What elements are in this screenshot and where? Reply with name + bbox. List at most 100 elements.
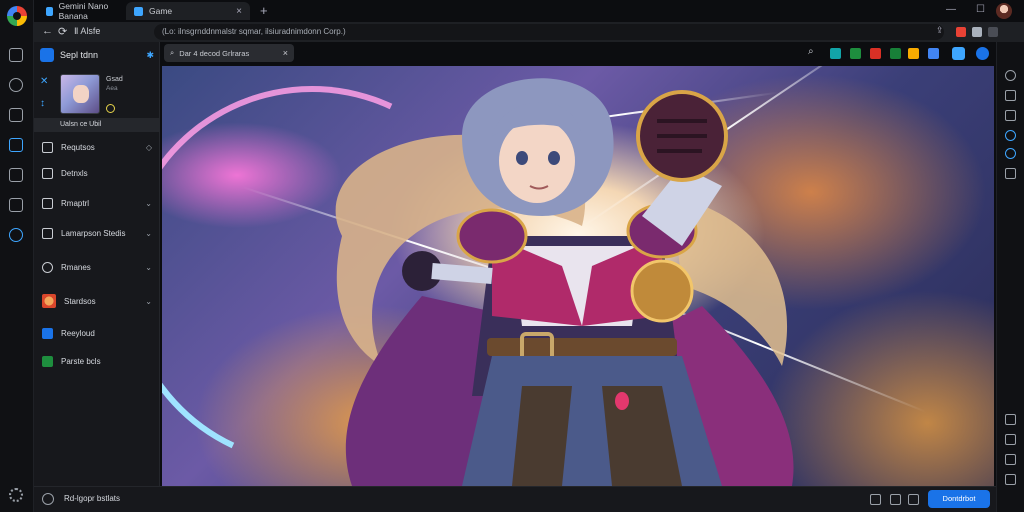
green-square-icon <box>42 355 53 367</box>
share-icon[interactable] <box>870 494 881 505</box>
tool-d-icon[interactable] <box>1005 474 1016 485</box>
share-icon[interactable]: ⇪ <box>936 25 946 35</box>
notes-icon[interactable] <box>9 198 23 212</box>
apps-icon[interactable] <box>9 138 23 152</box>
refresh-icon[interactable]: ⟳ <box>58 25 67 38</box>
bookmark-icon[interactable] <box>9 108 23 122</box>
sync-icon[interactable] <box>1005 148 1016 159</box>
character-thumbnail[interactable] <box>60 74 100 114</box>
sidebar-item-studies[interactable]: Lamarpson Stedis ⌄ <box>34 220 160 246</box>
close-tab-icon[interactable]: × <box>236 6 242 17</box>
search-icon: ⌕ <box>170 48 175 57</box>
home-icon[interactable] <box>9 48 23 62</box>
tool-blue-icon[interactable] <box>928 48 939 59</box>
address-bar-row: ← ⟳ Ⅱ Alsfe (Lo: ilnsgrnddnmalstr sqmar,… <box>34 22 1024 42</box>
character-illustration <box>335 78 794 486</box>
tab-game[interactable]: Game × <box>126 2 250 20</box>
profile-sub: Aea <box>106 85 118 92</box>
sidebar-item-requests[interactable]: Requtsos ◇ <box>34 134 160 160</box>
maximize-icon[interactable]: ☐ <box>976 4 985 15</box>
chevron-down-icon: ⌄ <box>145 198 152 208</box>
bottom-bar: Rd-lgopr bstlats Dontdrbot <box>34 486 996 512</box>
tool-a-icon[interactable] <box>1005 414 1016 425</box>
download-button[interactable]: Dontdrbot <box>928 490 990 508</box>
extension-red-icon[interactable] <box>956 27 966 37</box>
sidebar-item-label: Reeyloud <box>61 328 95 338</box>
pin-icon[interactable]: ✱ <box>146 50 154 61</box>
sidebar-item-label: Rmanes <box>61 262 91 272</box>
tab-favicon-icon <box>46 6 53 16</box>
new-tab-icon[interactable]: + <box>260 3 268 18</box>
app-rail <box>0 0 34 512</box>
layers-icon <box>42 197 53 209</box>
close-icon[interactable]: × <box>283 48 288 58</box>
help-icon[interactable] <box>42 493 54 505</box>
tool-teal-icon[interactable] <box>830 48 841 59</box>
tool-c-icon[interactable] <box>1005 454 1016 465</box>
book-icon <box>42 167 53 179</box>
chevron-down-icon: ⌄ <box>145 262 152 272</box>
sidebar-header: Sepl tdnn ✱ <box>34 42 160 68</box>
add-circle-icon[interactable] <box>1005 70 1016 81</box>
status-ring-icon <box>106 104 115 113</box>
sidebar-item-reload[interactable]: Reeyloud <box>34 320 160 346</box>
browser-logo-icon[interactable] <box>7 6 27 26</box>
crop-icon[interactable] <box>1005 168 1016 179</box>
swap-icon[interactable]: ↕ <box>40 98 45 109</box>
sidebar-item-label: Stardsos <box>64 296 96 306</box>
heart-icon <box>42 261 53 273</box>
download-icon[interactable] <box>9 168 23 182</box>
profile-avatar[interactable] <box>996 3 1012 19</box>
tool-b-icon[interactable] <box>1005 434 1016 445</box>
panel-icon[interactable] <box>1005 90 1016 101</box>
extension-menu-icon[interactable] <box>988 27 998 37</box>
tool-yellow-icon[interactable] <box>908 48 919 59</box>
main-image-viewport[interactable] <box>162 66 994 486</box>
tool-chat-icon[interactable] <box>952 47 965 60</box>
profile-card[interactable]: ✕ ↕ Gsad Aea <box>34 68 160 120</box>
back-arrow-icon[interactable]: ← <box>42 25 53 37</box>
tag-icon: ◇ <box>145 142 152 152</box>
tab-bar: Gemini Nano Banana Game × + — ☐ ✕ <box>34 0 1024 22</box>
copy-icon[interactable] <box>890 494 901 505</box>
right-side-rail <box>996 42 1024 512</box>
sidebar-item-label: Lamarpson Stedis <box>61 228 126 238</box>
chevron-down-icon: ⌄ <box>145 228 152 238</box>
compass-icon[interactable] <box>9 228 23 242</box>
refresh-icon[interactable] <box>1005 130 1016 141</box>
tab-label: Gemini Nano Banana <box>58 1 109 21</box>
chevron-down-icon: ⌄ <box>145 296 152 306</box>
download-icon[interactable] <box>908 494 919 505</box>
status-label: Rd-lgopr bstlats <box>64 494 121 503</box>
history-icon[interactable] <box>9 78 23 92</box>
sidebar-title: Sepl tdnn <box>60 50 99 60</box>
search-pill-text: Dar 4 decod Grlraras <box>179 48 250 58</box>
tool-green-icon[interactable] <box>850 48 861 59</box>
settings-icon[interactable] <box>9 488 23 502</box>
tab-gemini[interactable]: Gemini Nano Banana <box>38 1 126 21</box>
tool-red-icon[interactable] <box>870 48 881 59</box>
sidebar-item-details[interactable]: Detnxls <box>34 160 160 186</box>
tab-search-pill[interactable]: ⌕ Dar 4 decod Grlraras × <box>164 44 294 62</box>
address-input[interactable]: (Lo: ilnsgrnddnmalstr sqmar, ilsiuradnim… <box>154 24 944 40</box>
sidebar-item-label: Rmaptrl <box>61 198 90 208</box>
extension-grey-icon[interactable] <box>972 27 982 37</box>
sidebar-item-paste[interactable]: Parste bcls <box>34 348 160 374</box>
image-icon[interactable] <box>1005 110 1016 121</box>
tool-assistant-icon[interactable] <box>976 47 989 60</box>
sidebar-item-names[interactable]: Rmanes ⌄ <box>34 254 160 280</box>
sidebar-item-standards[interactable]: Stardsos ⌄ <box>34 288 160 314</box>
expand-icon[interactable]: ✕ <box>40 76 48 87</box>
tab-label: Game <box>149 6 173 16</box>
profile-name: Gsad <box>106 76 123 83</box>
sidebar-app-icon <box>40 48 54 62</box>
folder-icon <box>42 227 53 239</box>
box-icon <box>42 141 53 153</box>
minimize-icon[interactable]: — <box>946 4 956 15</box>
sidebar-item-map[interactable]: Rmaptrl ⌄ <box>34 190 160 216</box>
badge-icon <box>42 294 56 308</box>
sidebar-item-label: Requtsos <box>61 142 95 152</box>
tool-sheet-icon[interactable] <box>890 48 901 59</box>
sidebar-item-label: Parste bcls <box>61 356 101 366</box>
search-icon[interactable]: ⌕ <box>808 46 819 57</box>
